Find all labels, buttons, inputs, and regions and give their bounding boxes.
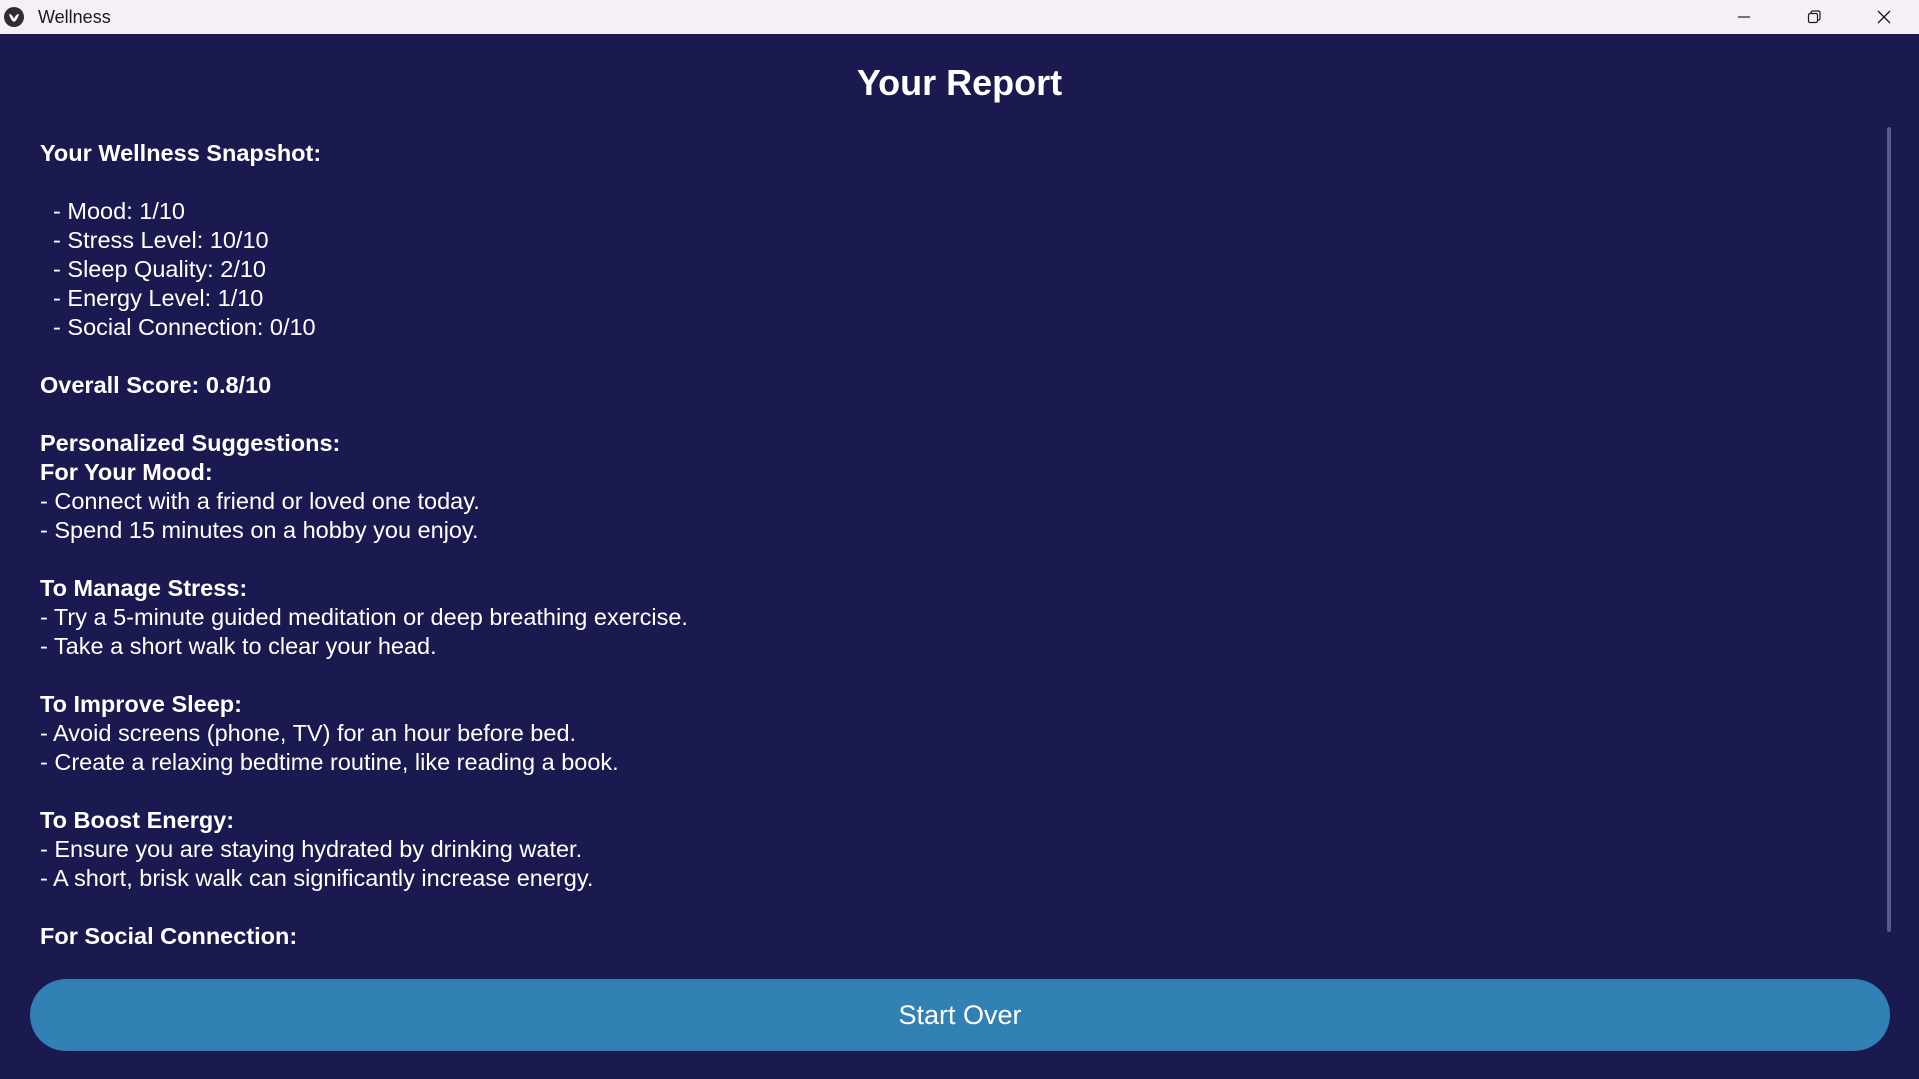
section-heading-sleep: To Improve Sleep: bbox=[40, 691, 242, 717]
overall-score: Overall Score: 0.8/10 bbox=[40, 372, 272, 398]
metric-stress: - Stress Level: 10/10 bbox=[40, 227, 269, 253]
close-icon[interactable] bbox=[1849, 0, 1919, 34]
section-heading-energy: To Boost Energy: bbox=[40, 807, 235, 833]
report-text-area[interactable]: Your Wellness Snapshot: - Mood: 1/10 - S… bbox=[40, 139, 1860, 989]
metric-sleep: - Sleep Quality: 2/10 bbox=[40, 256, 266, 282]
section-heading-mood: For Your Mood: bbox=[40, 459, 213, 485]
start-over-button[interactable]: Start Over bbox=[30, 979, 1890, 1051]
suggestion-item: - Avoid screens (phone, TV) for an hour … bbox=[40, 720, 577, 746]
report-scrollbar[interactable] bbox=[1887, 127, 1891, 932]
suggestion-item: - Take a short walk to clear your head. bbox=[40, 633, 437, 659]
suggestion-item: - Create a relaxing bedtime routine, lik… bbox=[40, 749, 619, 775]
report-screen: Your Report Your Wellness Snapshot: - Mo… bbox=[0, 34, 1919, 1079]
suggestion-item: - Connect with a friend or loved one tod… bbox=[40, 488, 480, 514]
wellness-app-icon bbox=[4, 7, 24, 27]
minimize-icon[interactable] bbox=[1709, 0, 1779, 34]
page-title: Your Report bbox=[856, 62, 1063, 103]
snapshot-heading: Your Wellness Snapshot: bbox=[40, 140, 322, 166]
suggestion-item: - Try a 5-minute guided meditation or de… bbox=[40, 604, 688, 630]
metric-social: - Social Connection: 0/10 bbox=[40, 314, 316, 340]
suggestion-item: - A short, brisk walk can significantly … bbox=[40, 865, 594, 891]
suggestion-item: - Ensure you are staying hydrated by dri… bbox=[40, 836, 583, 862]
suggestions-heading: Personalized Suggestions: bbox=[40, 430, 341, 456]
metric-mood: - Mood: 1/10 bbox=[40, 198, 185, 224]
suggestion-item: - Spend 15 minutes on a hobby you enjoy. bbox=[40, 517, 479, 543]
restore-icon[interactable] bbox=[1779, 0, 1849, 34]
window-titlebar: Wellness bbox=[0, 0, 1919, 34]
section-heading-social: For Social Connection: bbox=[40, 923, 298, 949]
window-title: Wellness bbox=[38, 6, 111, 27]
window-controls bbox=[1709, 0, 1919, 34]
section-heading-stress: To Manage Stress: bbox=[40, 575, 248, 601]
metric-energy: - Energy Level: 1/10 bbox=[40, 285, 264, 311]
